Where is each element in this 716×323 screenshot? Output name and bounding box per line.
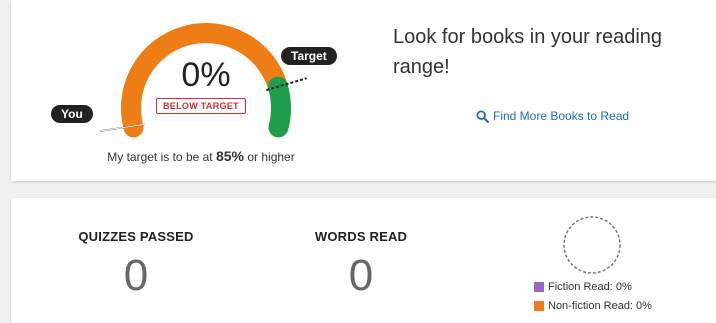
you-marker-label: You — [51, 105, 93, 123]
legend-nonfiction-label: Non-fiction Read: 0% — [548, 300, 652, 312]
legend-nonfiction: Non-fiction Read: 0% — [534, 300, 652, 312]
reading-stats-card: QUIZZES PASSED 0 WORDS READ 0 Fiction Re… — [11, 198, 716, 323]
legend-fiction-label: Fiction Read: 0% — [548, 281, 632, 293]
reading-range-card: You Target 0% BELOW TARGET My target is … — [11, 0, 716, 181]
nonfiction-swatch — [534, 301, 544, 311]
status-badge: BELOW TARGET — [156, 98, 246, 114]
quizzes-passed-label: QUIZZES PASSED — [78, 229, 194, 244]
gauge-arc-above-target — [267, 76, 291, 138]
legend-fiction: Fiction Read: 0% — [534, 281, 632, 293]
quizzes-passed-value: 0 — [123, 251, 149, 300]
donut-empty-ring — [563, 216, 621, 274]
target-statement-suffix: or higher — [247, 150, 295, 164]
find-more-books-link[interactable]: Find More Books to Read — [476, 109, 629, 123]
find-more-books-label: Find More Books to Read — [493, 109, 630, 123]
target-statement-value: 85% — [215, 148, 245, 164]
promo-heading: Look for books in your reading range! — [393, 26, 663, 78]
target-statement: My target is to be at 85% or higher — [11, 148, 391, 164]
words-read-value: 0 — [348, 251, 374, 300]
fiction-swatch — [534, 282, 544, 292]
target-marker-label: Target — [281, 47, 337, 65]
search-icon — [476, 109, 489, 123]
fiction-nonfiction-donut — [563, 216, 621, 274]
target-statement-prefix: My target is to be at — [107, 150, 213, 164]
current-percent: 0% — [181, 56, 231, 94]
words-read-label: WORDS READ — [314, 229, 408, 244]
